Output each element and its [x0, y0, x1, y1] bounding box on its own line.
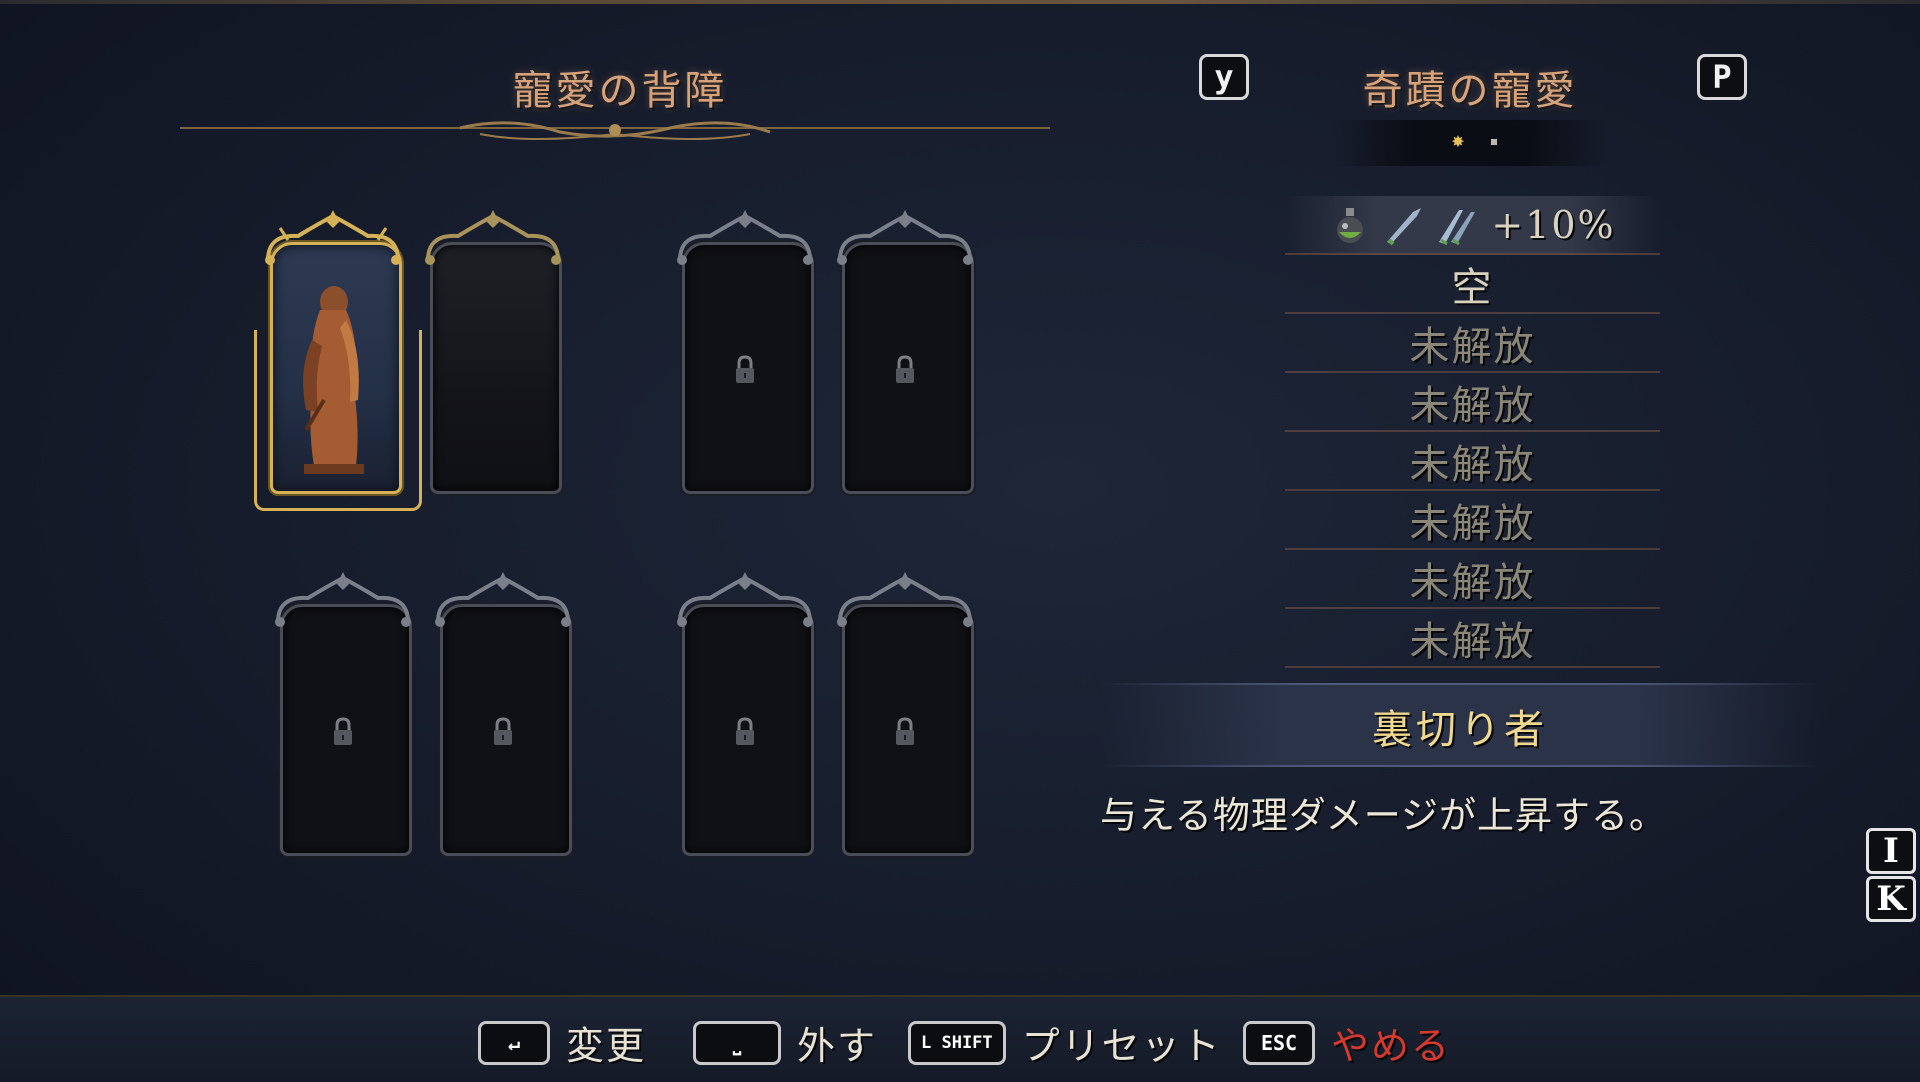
lock-icon [736, 355, 754, 383]
crest-ornament [435, 572, 571, 627]
crest-ornament [677, 210, 813, 265]
flask-icon [1337, 207, 1364, 243]
selected-item-name: 裏切り者 [1372, 707, 1548, 753]
equip-frame-7[interactable] [670, 572, 820, 856]
lock-icon [494, 717, 512, 745]
hint-remove[interactable]: ⎵ 外す [693, 1015, 877, 1070]
hint-label: 外す [797, 1024, 878, 1068]
slot-row-7[interactable]: 未解放 [1285, 550, 1660, 609]
lock-icon [736, 717, 754, 745]
hint-label: 変更 [566, 1024, 647, 1068]
hint-label: やめる [1331, 1024, 1452, 1068]
space-key-icon: ⎵ [693, 1020, 781, 1065]
esc-key-icon: ESC [1243, 1020, 1315, 1065]
equip-frame-6[interactable] [428, 572, 578, 856]
equip-frame-8[interactable] [830, 572, 980, 856]
lock-icon [334, 717, 352, 745]
crest-ornament [837, 210, 973, 265]
equip-frame-5[interactable] [268, 572, 418, 856]
item-description: 与える物理ダメージが上昇する。 [1100, 794, 1668, 837]
lock-icon [896, 355, 914, 383]
twin-blade-icon [1439, 209, 1476, 245]
title-ornament [180, 121, 1050, 140]
band-divider [1100, 765, 1820, 767]
frame-panel [430, 242, 562, 494]
equip-frame-1[interactable] [254, 210, 422, 511]
slot-row-8[interactable]: 未解放 [1285, 609, 1660, 668]
band-divider [1100, 683, 1820, 685]
enter-key-icon: ↵ [478, 1020, 550, 1065]
side-key-k[interactable]: K [1866, 876, 1916, 922]
page-dot-active[interactable]: ✸ [1450, 134, 1466, 150]
left-panel-title: 寵愛の背障 [512, 68, 728, 114]
prev-page-key[interactable]: y [1199, 54, 1249, 100]
top-border [0, 0, 1920, 4]
slot-row-6[interactable]: 未解放 [1285, 491, 1660, 550]
hint-change[interactable]: ↵ 変更 [478, 1015, 646, 1070]
shift-key-icon: L SHIFT [908, 1020, 1006, 1065]
side-key-i[interactable]: I [1866, 828, 1916, 874]
page-dot-inactive[interactable] [1491, 139, 1497, 145]
crest-ornament [425, 210, 561, 265]
betrayer-statue-icon [303, 286, 364, 474]
slot-text: 未解放 [1409, 441, 1536, 488]
crest-ornament [275, 572, 411, 627]
page-indicator-band [1330, 120, 1610, 166]
equip-frame-4[interactable] [830, 210, 980, 494]
crest-ornament [265, 210, 401, 265]
slot-row-3[interactable]: 未解放 [1285, 314, 1660, 373]
slot-text: 未解放 [1409, 559, 1536, 606]
slot-text: 空 [1451, 264, 1494, 311]
next-page-key[interactable]: P [1697, 54, 1747, 100]
hint-cancel[interactable]: ESC やめる [1243, 1015, 1451, 1070]
slot-text: 未解放 [1409, 323, 1536, 370]
slot-text: +10% [1491, 202, 1616, 247]
hint-label: プリセット [1021, 1024, 1222, 1068]
slot-row-2[interactable]: 空 [1285, 255, 1660, 314]
slot-text: 未解放 [1409, 618, 1536, 665]
lock-icon [896, 717, 914, 745]
slot-row-1[interactable]: +10% [1285, 196, 1660, 255]
crest-ornament [837, 572, 973, 627]
slot-row-4[interactable]: 未解放 [1285, 373, 1660, 432]
slot-text: 未解放 [1409, 500, 1536, 547]
slot-row-5[interactable]: 未解放 [1285, 432, 1660, 491]
slot-text: 未解放 [1409, 382, 1536, 429]
equip-frame-3[interactable] [670, 210, 820, 494]
blessing-slot-list: +10% 空 未解放 未解放 未解放 未解放 未解放 未解放 [1285, 196, 1660, 668]
crest-ornament [677, 572, 813, 627]
equip-frame-2[interactable] [418, 210, 568, 494]
blade-icon [1387, 207, 1422, 245]
hint-preset[interactable]: L SHIFT プリセット [908, 1015, 1222, 1070]
selected-item-name-band: 裏切り者 [1100, 683, 1820, 767]
right-panel-title: 奇蹟の寵愛 [1362, 68, 1578, 114]
